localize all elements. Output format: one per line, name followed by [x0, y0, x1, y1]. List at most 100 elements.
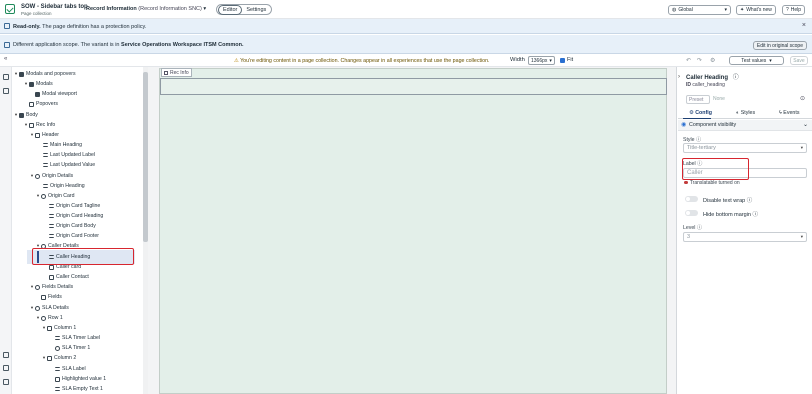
settings-icon[interactable]: ⚙ [710, 57, 715, 64]
tab-styles[interactable]: ◐ Styles [736, 110, 755, 116]
tree-item-modal-viewport[interactable]: Modal viewport [29, 89, 77, 99]
globe-icon: ◍ [672, 7, 677, 13]
record-selector[interactable]: Record Information (Record Information S… [86, 6, 206, 12]
tree-item-label: Origin Card [48, 193, 75, 199]
grid-icon[interactable] [3, 352, 9, 358]
eye-icon: ◉ [681, 122, 687, 128]
tree-item-column-2[interactable]: ▾ Column 2 [41, 353, 76, 363]
hide-bottom-margin-toggle[interactable] [685, 210, 698, 216]
tab-events[interactable]: ϟ Events [779, 110, 800, 116]
tree-item-origin-card-tagline[interactable]: Origin Card Tagline [43, 201, 100, 211]
style-value: Title-tertiary [687, 145, 716, 151]
text-icon [49, 224, 54, 228]
tree-item-fields[interactable]: Fields [35, 292, 62, 302]
save-button[interactable]: Save [790, 56, 808, 65]
tree-item-header[interactable]: ▾ Header [29, 130, 59, 140]
chevron-down-icon: ▾ [800, 145, 803, 150]
tree-item-rec-info[interactable]: ▾ Rec Info [23, 120, 55, 130]
tree-item-label: Modals [36, 81, 53, 87]
tree-item-origin-details[interactable]: ▾ Origin Details [29, 171, 73, 181]
tree-item-origin-card-body[interactable]: Origin Card Body [43, 221, 96, 231]
code-icon[interactable] [3, 379, 9, 385]
tree-item-origin-card-footer[interactable]: Origin Card Footer [43, 231, 99, 241]
hide-bottom-margin-label: Hide bottom margin ⓘ [703, 210, 758, 218]
tree-item-label: Column 1 [54, 325, 77, 331]
highlight-icon [55, 376, 60, 382]
tree-item-column-1[interactable]: ▾ Column 1 [41, 323, 76, 333]
level-label: Level ⓘ [683, 224, 702, 231]
disable-text-wrap-toggle[interactable] [685, 196, 698, 202]
edit-original-scope-button[interactable]: Edit in original scope [752, 41, 807, 50]
left-rail [0, 67, 12, 394]
close-icon[interactable]: × [802, 22, 806, 29]
record-subtitle: (Record Information SNC) [138, 6, 202, 12]
whats-new-label: What's new [746, 7, 772, 13]
tree-item-modals-popovers[interactable]: ▾ Modals and popovers [13, 69, 76, 79]
tree-item-origin-card[interactable]: ▾ Origin Card [35, 191, 75, 201]
highlight-annotation-label [682, 158, 749, 180]
settings-mode-button[interactable]: Settings [242, 6, 270, 14]
tree-item-popovers[interactable]: Popovers [23, 99, 58, 109]
list-icon[interactable] [3, 365, 9, 371]
scope-banner: Different application scope. The variant… [0, 35, 812, 54]
redo-icon[interactable]: ↷ [697, 57, 702, 64]
chevron-right-icon[interactable]: › [678, 74, 680, 80]
eye-icon [35, 284, 40, 290]
test-values-label: Test values [741, 57, 767, 64]
tree-item-origin-card-heading[interactable]: Origin Card Heading [43, 211, 103, 221]
rec-info-tag[interactable]: Rec Info [161, 68, 192, 77]
text-icon [49, 234, 54, 238]
tree-item-caller-contact[interactable]: Caller Contact [43, 272, 89, 282]
help-button[interactable]: ? Help [782, 5, 806, 15]
rec-info-outline[interactable] [160, 78, 667, 95]
tree-item-body[interactable]: ▾ Body [13, 110, 38, 120]
chevron-down-icon: ▾ [203, 6, 207, 12]
tree-item-label: SLA Timer Label [62, 335, 101, 341]
tree-item-row-1[interactable]: ▾ Row 1 [35, 313, 63, 323]
level-select[interactable]: 3 ▾ [683, 232, 807, 242]
tree-item-fields-details[interactable]: ▾ Fields Details [29, 282, 73, 292]
tab-config-label: Config [695, 110, 713, 116]
highlight-annotation-tree [32, 248, 134, 265]
container-icon [164, 70, 168, 75]
tree-item-label: Origin Card Heading [56, 213, 104, 219]
more-options-icon[interactable]: ⊙ [800, 95, 805, 102]
fit-checkbox[interactable]: Fit [560, 57, 573, 63]
tree-item-last-updated-value[interactable]: Last Updated Value [37, 160, 95, 170]
width-select[interactable]: 1366px ▾ [528, 56, 555, 65]
info-icon: ⓘ [696, 225, 703, 231]
container-icon [19, 112, 24, 118]
tree-item-sla-empty-text-1[interactable]: SLA Empty Text 1 [49, 384, 103, 394]
test-values-button[interactable]: Test values ▾ [729, 56, 784, 65]
data-resources-icon[interactable] [3, 88, 9, 94]
tree-item-origin-heading[interactable]: Origin Heading [37, 181, 85, 191]
info-icon: ⓘ [732, 75, 739, 81]
tree-item-last-updated-label[interactable]: Last Updated Label [37, 150, 95, 160]
whats-new-button[interactable]: ✦ What's new [736, 5, 776, 15]
undo-icon[interactable]: ↶ [686, 57, 691, 64]
tab-config[interactable]: ⚙ Config [689, 110, 712, 116]
tree-item-modals[interactable]: ▾ Modals [23, 79, 53, 89]
hide-margin-text: Hide bottom margin [703, 212, 751, 218]
content-tree-icon[interactable] [3, 74, 9, 80]
scope-selector[interactable]: ◍ Global ▾ [668, 5, 731, 15]
tree-item-label: Modals and popovers [26, 71, 76, 77]
warning-icon: ⚠ [234, 58, 239, 64]
collapse-panels-icon[interactable]: « [4, 56, 7, 62]
scope-message: Different application scope. The variant… [13, 42, 244, 48]
viewport-icon [35, 91, 40, 97]
tree-item-sla-details[interactable]: ▾ SLA Details [29, 303, 69, 313]
chevron-down-icon[interactable]: ⌄ [803, 121, 808, 128]
heading-icon [43, 184, 48, 188]
tree-item-sla-timer-1[interactable]: SLA Timer 1 [49, 343, 90, 353]
tree-item-label: Fields [48, 294, 62, 300]
canvas-toolbar: « ⚠ You're editing content in a page col… [0, 54, 812, 67]
tree-item-sla-timer-label[interactable]: SLA Timer Label [49, 333, 100, 343]
tree-item-main-heading[interactable]: Main Heading [37, 140, 82, 150]
preset-button[interactable]: Preset [686, 95, 710, 104]
tree-item-sla-label[interactable]: SLA Label [49, 364, 86, 374]
tree-item-highlighted-value-1[interactable]: Highlighted value 1 [49, 374, 106, 384]
style-select[interactable]: Title-tertiary ▾ [683, 143, 807, 153]
scope-text: Different application scope. The variant… [13, 42, 120, 48]
editor-mode-button[interactable]: Editor [218, 4, 243, 15]
